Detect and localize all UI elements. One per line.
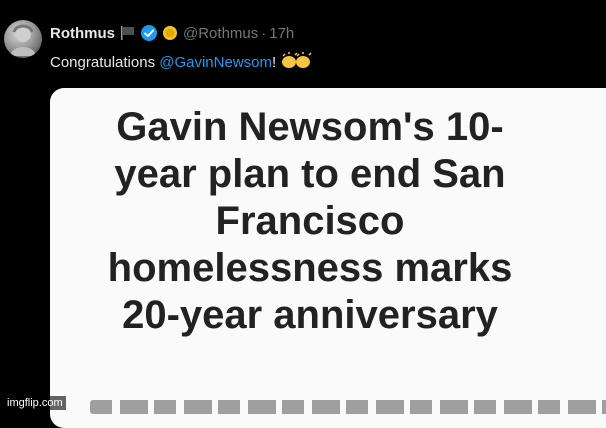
headline-line: Gavin Newsom's 10- — [116, 105, 504, 149]
mention-link[interactable]: @GavinNewsom — [159, 54, 272, 71]
flag-icon — [120, 25, 136, 41]
coin-icon — [162, 25, 178, 41]
article-headline: Gavin Newsom's 10- year plan to end San … — [50, 104, 570, 339]
clapping-hands-icon — [280, 52, 312, 70]
separator-dot: · — [261, 24, 267, 42]
avatar[interactable] — [4, 20, 42, 58]
headline-line: 20-year anniversary — [122, 293, 498, 337]
tweet-text-prefix: Congratulations — [50, 54, 160, 71]
verified-badge-icon — [140, 24, 158, 42]
handle[interactable]: @Rothmus — [183, 25, 258, 42]
tweet-text-suffix: ! — [272, 54, 277, 71]
headline-line: homelessness marks — [107, 246, 513, 290]
watermark: imgflip.com — [4, 396, 66, 410]
article-card[interactable]: Gavin Newsom's 10- year plan to end San … — [50, 88, 606, 428]
headline-line: year plan to end San — [114, 152, 506, 196]
tweet-text: Congratulations @GavinNewsom! — [50, 52, 312, 73]
tweet: Rothmus @Rothmus · 17h Congratulations @… — [0, 0, 606, 428]
display-name[interactable]: Rothmus — [50, 25, 115, 42]
avatar-image — [10, 24, 36, 56]
tweet-header: Rothmus @Rothmus · 17h — [50, 22, 294, 44]
headline-line: Francisco — [215, 199, 405, 243]
timestamp[interactable]: 17h — [269, 25, 294, 42]
